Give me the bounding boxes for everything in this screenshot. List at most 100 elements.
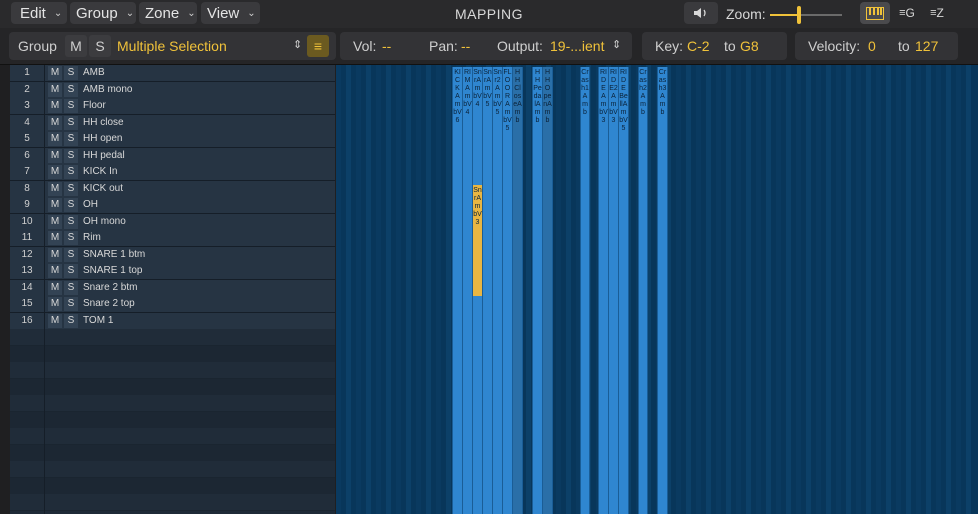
zone-block[interactable]: Crash3Amb [657,67,668,514]
group-row[interactable]: 1 M S AMB [10,65,335,82]
velocity-high-value[interactable]: 127 [915,38,938,54]
group-row-solo-button[interactable]: S [64,66,78,80]
group-row-solo-button[interactable]: S [64,247,78,262]
key-column [886,65,891,514]
pan-value[interactable]: -- [461,38,470,54]
zoom-slider-handle[interactable] [796,6,801,24]
key-column [566,65,571,514]
key-column [746,65,751,514]
keyboard-icon [866,6,884,20]
group-row-mute-button[interactable]: M [48,165,62,179]
group-row-mute-button[interactable]: M [48,313,62,328]
zone-block[interactable]: RIDEBellAmbV5 [618,67,629,514]
group-row[interactable]: 10 M S OH mono [10,213,335,231]
group-view-button[interactable]: ≡ G [892,2,922,24]
zone-block[interactable]: Crash2Amb [638,67,648,514]
group-row-solo-button[interactable]: S [64,148,78,163]
chevron-updown-icon[interactable]: ⇕ [293,38,302,51]
group-row[interactable]: 6 M S HH pedal [10,147,335,165]
zone-block[interactable]: HHCloseAmb [512,67,523,514]
group-row[interactable]: 11 M S Rim [10,230,335,247]
group-number: 15 [21,298,33,309]
group-row-solo-button[interactable]: S [64,264,78,278]
group-row-mute-button[interactable]: M [48,181,62,196]
group-row-solo-button[interactable]: S [64,198,78,212]
group-row[interactable]: 7 M S KICK In [10,164,335,181]
group-row[interactable]: 14 M S Snare 2 btm [10,279,335,297]
group-row[interactable]: 5 M S HH open [10,131,335,148]
group-row-mute-button[interactable]: M [48,280,62,295]
group-row-mute-button[interactable]: M [48,115,62,130]
output-value[interactable]: 19-...ient [550,38,604,54]
empty-row [10,477,335,495]
group-row[interactable]: 15 M S Snare 2 top [10,296,335,313]
group-row[interactable]: 12 M S SNARE 1 btm [10,246,335,264]
key-column [736,65,741,514]
key-column [956,65,961,514]
group-row-solo-button[interactable]: S [64,181,78,196]
group-mute-button[interactable]: M [65,35,87,57]
key-high-value[interactable]: G8 [740,38,759,54]
group-row[interactable]: 4 M S HH close [10,114,335,132]
group-row-mute-button[interactable]: M [48,66,62,80]
group-row[interactable]: 13 M S SNARE 1 top [10,263,335,280]
group-row-mute-button[interactable]: M [48,214,62,229]
group-row-mute-button[interactable]: M [48,132,62,146]
group-name: HH open [83,133,123,144]
keyboard-view-button[interactable] [860,2,890,24]
group-row-solo-button[interactable]: S [64,231,78,245]
group-row-solo-button[interactable]: S [64,99,78,113]
key-low-value[interactable]: C-2 [687,38,710,54]
vol-value[interactable]: -- [382,38,391,54]
key-column [966,65,971,514]
zone-view-label: Z [936,6,944,20]
zoom-label: Zoom: [726,6,766,22]
zone-mapping-grid[interactable]: KICKAmbV6 RIMAmbV4 SnrAmbV4 SnrAmbV5 Snr2Amb… [336,65,978,514]
empty-row [10,494,335,511]
zone-label: FLOORAmbV5 [503,69,512,132]
velocity-low-value[interactable]: 0 [868,38,876,54]
group-row-mute-button[interactable]: M [48,264,62,278]
key-column [706,65,711,514]
group-row[interactable]: 3 M S Floor [10,98,335,115]
group-row-mute-button[interactable]: M [48,99,62,113]
group-row-solo-button[interactable]: S [64,132,78,146]
group-row[interactable]: 9 M S OH [10,197,335,214]
group-row[interactable]: 8 M S KICK out [10,180,335,198]
empty-row [10,461,335,478]
zone-view-button[interactable]: ≡ Z [922,2,952,24]
group-row-solo-button[interactable]: S [64,297,78,311]
speaker-button[interactable] [684,2,718,24]
group-solo-button[interactable]: S [89,35,111,57]
group-number: 4 [24,116,30,128]
key-column [426,65,431,514]
zone-block[interactable]: HHOpenAmb [542,67,553,514]
parameter-bar: Group M S Multiple Selection ⇕ ≡ Vol: --… [0,28,978,65]
list-icon[interactable]: ≡ [307,35,329,57]
key-column [556,65,561,514]
group-row-mute-button[interactable]: M [48,247,62,262]
group-row-solo-button[interactable]: S [64,115,78,130]
zone-block[interactable]: SnrAmbV3 [472,185,483,296]
group-row-solo-button[interactable]: S [64,165,78,179]
key-column [526,65,531,514]
group-row-solo-button[interactable]: S [64,82,78,97]
group-row-solo-button[interactable]: S [64,280,78,295]
chevron-updown-icon[interactable]: ⇕ [612,38,621,51]
zone-label: Snr2AmbV5 [493,69,502,116]
group-row[interactable]: 16 M S TOM 1 [10,312,335,330]
key-column [726,65,731,514]
zone-block[interactable]: Crash1Amb [580,67,590,514]
group-row-mute-button[interactable]: M [48,198,62,212]
group-selection[interactable]: Multiple Selection [117,38,227,54]
group-row-mute-button[interactable]: M [48,297,62,311]
group-row[interactable]: 2 M S AMB mono [10,81,335,99]
group-row-mute-button[interactable]: M [48,231,62,245]
group-row-mute-button[interactable]: M [48,148,62,163]
group-row-mute-button[interactable]: M [48,82,62,97]
key-column [816,65,821,514]
group-row-solo-button[interactable]: S [64,313,78,328]
group-row-solo-button[interactable]: S [64,214,78,229]
zone-label: SnrAmbV3 [473,187,482,226]
zone-label: KICKAmbV6 [453,69,462,124]
